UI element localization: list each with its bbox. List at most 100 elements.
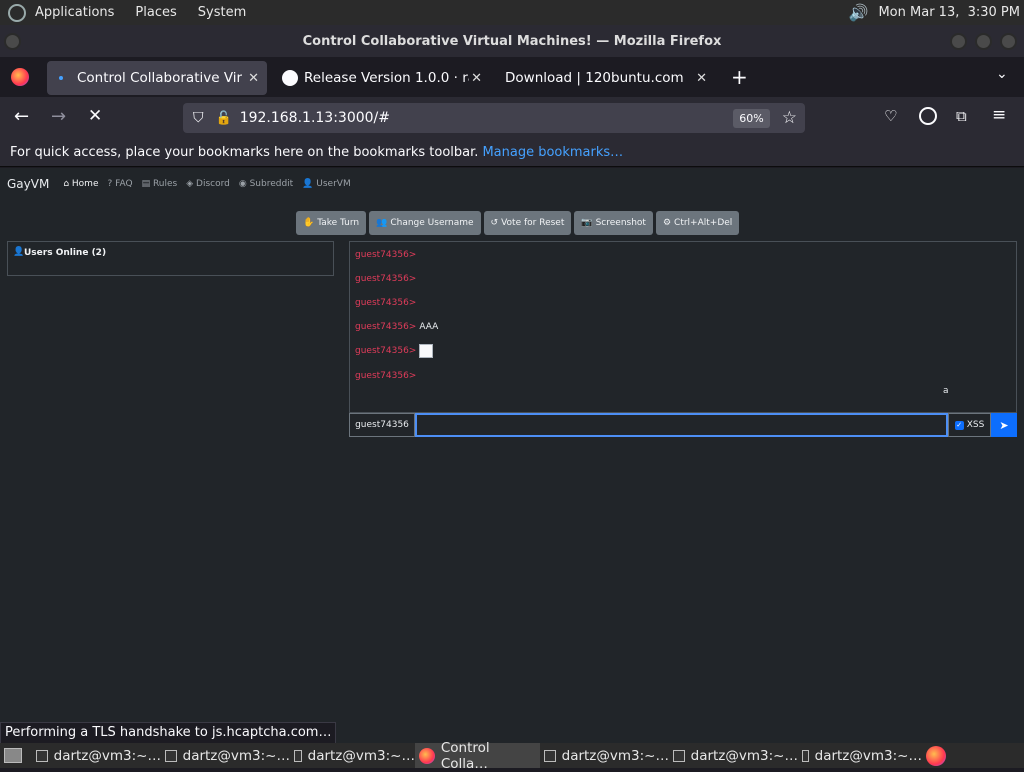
- task-label: Control Colla…: [440, 739, 490, 772]
- extensions-icon[interactable]: ⧉: [956, 107, 967, 125]
- task-firefox[interactable]: Control Colla…: [415, 740, 540, 772]
- tab-download[interactable]: Download | 120buntu.com ✕: [493, 61, 715, 95]
- forward-icon[interactable]: →: [51, 106, 66, 127]
- nav-uservm[interactable]: 👤 UserVM: [302, 179, 351, 189]
- nav-rules[interactable]: ▤ Rules: [142, 179, 178, 189]
- users-online-heading: Users Online (2): [24, 248, 107, 258]
- close-window-button[interactable]: [1000, 33, 1017, 50]
- tab-label: Control Collaborative Virtua: [77, 70, 242, 86]
- nav-uservm-label: UserVM: [316, 179, 351, 189]
- tab-release[interactable]: Release Version 1.0.0 · raspi ✕: [270, 61, 490, 95]
- tab-list-chevron-icon[interactable]: ⌄: [996, 66, 1008, 82]
- broken-image-icon: [419, 344, 434, 358]
- back-icon[interactable]: ←: [14, 106, 29, 127]
- stray-text: a: [943, 386, 949, 396]
- ctrl-alt-del-label: Ctrl+Alt+Del: [674, 218, 733, 228]
- screenshot-button[interactable]: 📷 Screenshot: [574, 211, 653, 235]
- vote-reset-button[interactable]: ↺ Vote for Reset: [483, 211, 572, 235]
- account-icon[interactable]: [919, 107, 937, 125]
- task-label: dartz@vm3:~…: [53, 747, 161, 764]
- window-title: Control Collaborative Virtual Machines! …: [302, 33, 722, 49]
- nav-discord[interactable]: ◈ Discord: [186, 179, 230, 189]
- status-text: Performing a TLS handshake to js.hcaptch…: [5, 725, 332, 740]
- terminal-icon: [294, 749, 302, 762]
- close-tab-icon[interactable]: ✕: [696, 71, 707, 86]
- task-terminal-1[interactable]: dartz@vm3:~…: [32, 743, 161, 768]
- chat-text: AAA: [419, 322, 439, 332]
- task-terminal-2[interactable]: dartz@vm3:~…: [161, 743, 290, 768]
- pocket-icon[interactable]: ♡: [884, 107, 897, 125]
- terminal-icon: [673, 749, 685, 762]
- manage-bookmarks-link[interactable]: Manage bookmarks…: [482, 145, 623, 160]
- send-button[interactable]: ➤: [991, 413, 1017, 437]
- gnome-foot-icon[interactable]: [8, 3, 26, 22]
- vm-button-group: ✋ Take Turn 👥 Change Username ↺ Vote for Re…: [296, 211, 740, 235]
- nav-home-label: Home: [71, 179, 99, 189]
- task-label: dartz@vm3:~…: [814, 747, 922, 764]
- task-terminal-4[interactable]: dartz@vm3:~…: [540, 743, 669, 768]
- task-label: dartz@vm3:~…: [690, 747, 798, 764]
- chat-username: guest74356>: [355, 322, 417, 332]
- site-brand[interactable]: GayVM: [7, 177, 49, 191]
- firefox-view-icon[interactable]: [11, 68, 29, 86]
- tab-strip: Control Collaborative Virtua ✕ Release V…: [0, 57, 1024, 97]
- chat-username-badge: guest74356: [349, 413, 415, 437]
- chat-username: guest74356>: [355, 274, 417, 284]
- taskbar: dartz@vm3:~… dartz@vm3:~… dartz@vm3:~… C…: [0, 740, 1024, 772]
- bookmark-star-icon[interactable]: ☆: [782, 108, 797, 128]
- tab-label: Download | 120buntu.com: [505, 70, 684, 86]
- camera-icon: 📷: [581, 218, 593, 228]
- task-terminal-3[interactable]: dartz@vm3:~…: [290, 743, 415, 768]
- maximize-button[interactable]: [975, 33, 992, 50]
- take-turn-button[interactable]: ✋ Take Turn: [296, 211, 367, 235]
- nav-faq-label: FAQ: [115, 179, 133, 189]
- terminal-icon: [165, 749, 177, 762]
- volume-icon[interactable]: 🔊: [849, 3, 869, 22]
- task-terminal-6[interactable]: dartz@vm3:~…: [798, 743, 922, 768]
- change-username-button[interactable]: 👥 Change Username: [369, 211, 481, 235]
- menu-applications[interactable]: Applications: [35, 5, 114, 20]
- chat-input[interactable]: [415, 413, 948, 437]
- clock[interactable]: Mon Mar 13, 3:30 PM: [878, 5, 1020, 20]
- xss-label: XSS: [966, 420, 985, 430]
- chat-message: guest74356>: [355, 344, 434, 358]
- minimize-button[interactable]: [950, 33, 967, 50]
- hamburger-menu-icon[interactable]: ≡: [992, 105, 1006, 125]
- zoom-badge[interactable]: 60%: [733, 108, 770, 128]
- chat-username: guest74356>: [355, 250, 417, 260]
- nav-subreddit[interactable]: ◉ Subreddit: [239, 179, 293, 189]
- task-terminal-5[interactable]: dartz@vm3:~…: [669, 743, 798, 768]
- firefox-tray-icon[interactable]: [926, 745, 946, 766]
- url-bar[interactable]: ⛉ 🔓 192.168.1.13:3000/# 60% ☆: [183, 103, 805, 133]
- ctrl-alt-del-button[interactable]: ⚙ Ctrl+Alt+Del: [655, 211, 740, 235]
- menu-places[interactable]: Places: [135, 5, 176, 20]
- nav-home[interactable]: ⌂ Home: [63, 179, 98, 189]
- xss-toggle[interactable]: ✓ XSS: [948, 413, 991, 437]
- nav-bar: ← → ✕ ⛉ 🔓 192.168.1.13:3000/# 60% ☆ ♡ ⧉ …: [0, 97, 1024, 139]
- task-label: dartz@vm3:~…: [561, 747, 669, 764]
- window-menu-button[interactable]: [4, 33, 21, 50]
- close-tab-icon[interactable]: ✕: [471, 71, 482, 86]
- nav-faq[interactable]: ? FAQ: [107, 179, 132, 189]
- site-navbar: GayVM ⌂ Home ? FAQ ▤ Rules ◈ Discord ◉ S…: [7, 177, 351, 191]
- chat-input-group: guest74356 ✓ XSS ➤: [349, 413, 1017, 437]
- chat-message: guest74356> AAA: [355, 322, 438, 332]
- close-tab-icon[interactable]: ✕: [248, 71, 259, 86]
- stop-icon[interactable]: ✕: [88, 106, 102, 126]
- change-username-label: Change Username: [390, 218, 474, 228]
- task-label: dartz@vm3:~…: [182, 747, 290, 764]
- window-titlebar: Control Collaborative Virtual Machines! …: [0, 25, 1024, 57]
- insecure-lock-icon[interactable]: 🔓: [216, 111, 232, 126]
- status-panel: Performing a TLS handshake to js.hcaptch…: [0, 722, 337, 744]
- shield-icon[interactable]: ⛉: [193, 110, 204, 126]
- terminal-icon: [802, 749, 809, 762]
- show-desktop-icon[interactable]: [4, 748, 22, 763]
- tab-vm[interactable]: Control Collaborative Virtua ✕: [47, 61, 267, 95]
- paper-plane-icon: ➤: [999, 418, 1009, 432]
- terminal-icon: [544, 749, 556, 762]
- menu-system[interactable]: System: [198, 5, 246, 20]
- url-text[interactable]: 192.168.1.13:3000/#: [240, 110, 390, 126]
- new-tab-icon[interactable]: +: [731, 65, 748, 89]
- nav-discord-label: Discord: [196, 179, 230, 189]
- chat-log[interactable]: guest74356> guest74356> guest74356> gues…: [349, 241, 1017, 413]
